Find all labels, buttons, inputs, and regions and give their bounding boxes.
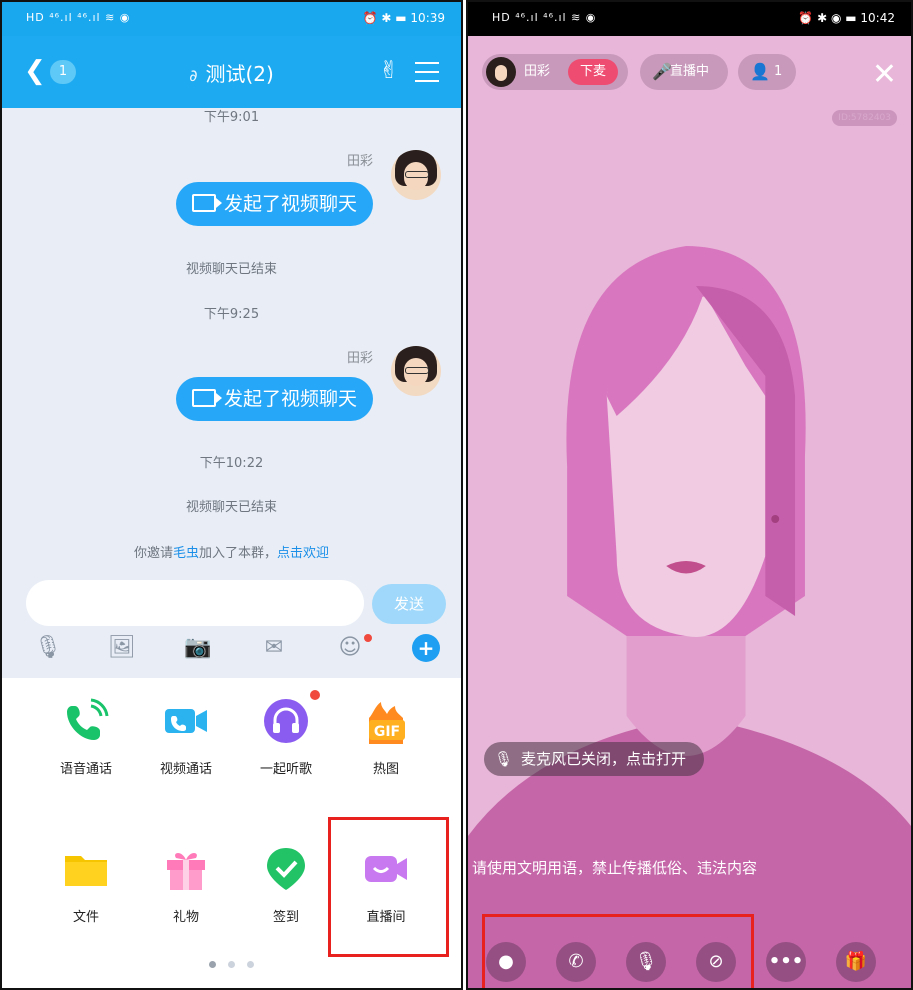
video-camera-icon [191, 389, 222, 407]
microphone-icon[interactable]: 🎙 [34, 634, 62, 662]
more-icon[interactable]: ••• [766, 942, 806, 982]
emoji-icon[interactable]: ☺ [336, 634, 364, 662]
avatar[interactable] [391, 150, 441, 200]
user-icon: 👤 [750, 62, 770, 81]
member-link[interactable]: 毛虫 [173, 546, 199, 561]
system-message: 视频聊天已结束 [185, 262, 277, 277]
timestamp: 下午10:22 [199, 456, 264, 471]
system-message: 视频聊天已结束 [185, 500, 277, 515]
grid-item-hot-gif[interactable]: GIF 热图 [338, 698, 434, 777]
viewer-count: 1 [774, 64, 783, 79]
message-bubble[interactable]: 发起了视频聊天 [175, 182, 373, 226]
leave-mic-button[interactable]: 下麦 [568, 59, 619, 85]
timestamp: 下午9:01 [203, 110, 260, 125]
close-icon[interactable]: ✕ [872, 60, 897, 90]
civility-notice: 请使用文明用语，禁止传播低俗、违法内容 [472, 859, 758, 877]
message-input[interactable] [26, 580, 364, 626]
grid-item-file[interactable]: 文件 [38, 846, 134, 925]
status-time: ⏰ ✱ ▬ 10:39 [362, 11, 445, 25]
host-avatar [486, 57, 516, 87]
status-time: ⏰ ✱ ◉ ▬ 10:42 [798, 11, 895, 25]
input-toolbar: 🎙 🖼 📷 ✉ ☺ + [2, 628, 461, 678]
folder-icon [63, 846, 109, 892]
status-bar: HD ⁴⁶.ıl ⁴⁶.ıl ≋ ◉ ⏰ ✱ ◉ ▬ 10:42 [468, 2, 911, 36]
notification-dot [310, 690, 320, 700]
host-pill[interactable]: 田彩 下麦 [482, 54, 628, 90]
live-status-pill[interactable]: 🎤 直播中 [640, 54, 728, 90]
highlight-box [482, 914, 754, 988]
viewer-pill[interactable]: 👤 1 [738, 54, 796, 90]
gif-icon: GIF [363, 698, 409, 744]
grid-item-checkin[interactable]: 签到 [238, 846, 334, 925]
menu-icon[interactable] [415, 62, 439, 89]
status-icons: HD ⁴⁶.ıl ⁴⁶.ıl ≋ ◉ [26, 11, 131, 24]
host-name: 田彩 [524, 64, 551, 79]
grid-item-listen-together[interactable]: 一起听歌 [238, 690, 334, 777]
group-sign-icon: ∂ [189, 66, 198, 85]
grid-item-label: 文件 [72, 910, 99, 925]
chat-header: ❮ 1 ∂ 测试(2) ✌ [2, 36, 461, 108]
grid-item-label: 一起听歌 [259, 762, 312, 777]
notification-dot [364, 634, 372, 642]
timestamp: 下午9:25 [203, 307, 260, 322]
grid-item-label: 语音通话 [59, 762, 112, 777]
headphones-icon [263, 698, 309, 744]
room-id-tag: ID:5782403 [832, 110, 897, 126]
microphone-icon: 🎤 [652, 62, 672, 81]
checkin-icon [263, 846, 309, 892]
message-bubble[interactable]: 发起了视频聊天 [175, 377, 373, 421]
grid-item-label: 视频通话 [159, 762, 212, 777]
grid-item-label: 热图 [372, 762, 399, 777]
grid-item-video-call[interactable]: 视频通话 [138, 698, 234, 777]
phone-icon [63, 698, 109, 744]
grid-item-voice-call[interactable]: 语音通话 [38, 698, 134, 777]
mic-off-tip[interactable]: 🎙 麦克风已关闭，点击打开 [484, 742, 705, 776]
sender-name: 田彩 [346, 351, 373, 366]
camera-icon[interactable]: 📷 [184, 634, 212, 662]
status-icons: HD ⁴⁶.ıl ⁴⁶.ıl ≋ ◉ [492, 11, 597, 24]
welcome-link[interactable]: 点击欢迎 [277, 546, 329, 561]
live-room-screen: HD ⁴⁶.ıl ⁴⁶.ıl ≋ ◉ ⏰ ✱ ◉ ▬ 10:42 田彩 下麦 🎤… [466, 0, 913, 990]
gift-icon [163, 846, 209, 892]
video-camera-icon [191, 194, 222, 212]
grid-item-label: 礼物 [172, 910, 199, 925]
hand-gesture-icon[interactable]: ✌ [379, 56, 399, 84]
avatar[interactable] [391, 346, 441, 396]
chat-screen: HD ⁴⁶.ıl ⁴⁶.ıl ≋ ◉ ⏰ ✱ ▬ 10:39 ❮ 1 ∂ 测试(2… [0, 0, 463, 990]
gift-icon[interactable]: 🎁 [836, 942, 876, 982]
grid-item-label: 签到 [272, 910, 299, 925]
live-status-label: 直播中 [670, 64, 710, 79]
mic-off-icon: 🎙 [494, 750, 514, 768]
invite-message: 你邀请毛虫加入了本群，点击欢迎 [133, 546, 330, 561]
sender-name: 田彩 [346, 154, 373, 169]
video-call-icon [163, 698, 209, 744]
status-bar: HD ⁴⁶.ıl ⁴⁶.ıl ≋ ◉ ⏰ ✱ ▬ 10:39 [2, 2, 461, 36]
highlight-box [328, 817, 449, 957]
red-packet-icon[interactable]: ✉ [260, 634, 288, 662]
plus-icon[interactable]: + [412, 634, 440, 662]
send-button[interactable]: 发送 [372, 584, 446, 624]
live-background-illustration [468, 36, 911, 988]
svg-text:GIF: GIF [374, 724, 400, 740]
grid-item-gift[interactable]: 礼物 [138, 846, 234, 925]
image-icon[interactable]: 🖼 [108, 634, 136, 662]
